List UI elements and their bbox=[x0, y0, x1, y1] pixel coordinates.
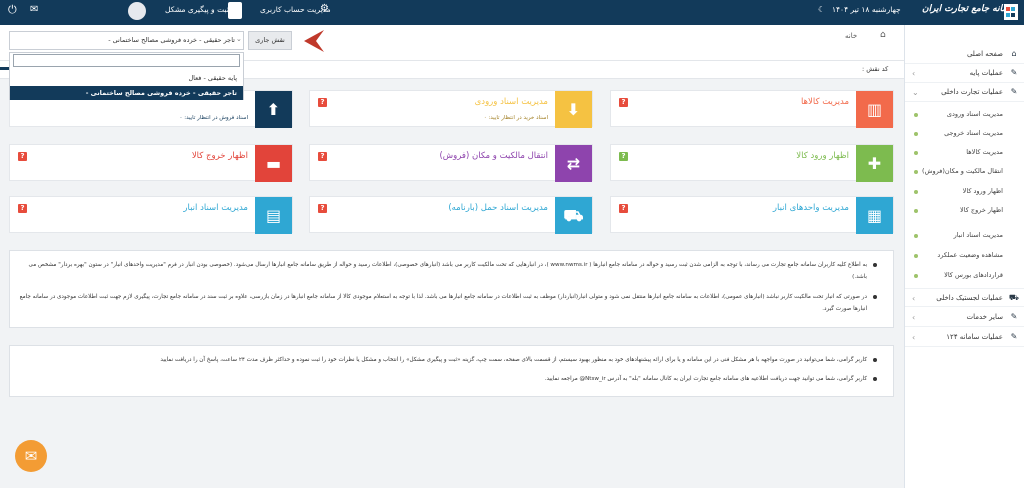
notice-paragraph: کاربر گرامی، شما می‌توانید در صورت مواجه… bbox=[17, 354, 877, 366]
sidebar-item-other-services[interactable]: ✎ سایر خدمات › bbox=[905, 308, 1024, 327]
brand-logo-icon bbox=[1004, 4, 1018, 20]
help-icon[interactable]: ? bbox=[318, 98, 327, 107]
chevron-icon: › bbox=[912, 69, 916, 78]
sidebar-subitem[interactable]: مدیریت اسناد خروجی bbox=[905, 124, 1024, 143]
mail-icon[interactable]: ✉ bbox=[30, 4, 38, 15]
notice-box-warehouse: به اطلاع کلیه کاربران سامانه جامع تجارت … bbox=[9, 250, 894, 328]
card-goods[interactable]: ▥ مدیریت کالاها ? bbox=[610, 90, 894, 128]
sidebar-subitem[interactable]: قراردادهای بورس کالا bbox=[905, 266, 1024, 285]
sidebar: ⌂ صفحه اصلی ✎ عملیات پایه › ✎ عملیات تجارت د… bbox=[904, 25, 1024, 488]
truck-icon: ⛟ bbox=[1008, 293, 1019, 302]
chevron-down-icon: ⌄ bbox=[912, 88, 919, 97]
sidebar-subitem[interactable]: مدیریت اسناد ورودی bbox=[905, 105, 1024, 124]
card-title: مدیریت اسناد انبار bbox=[183, 203, 248, 213]
role-selected: تاجر حقیقی - خرده فروشی مصالح ساختمانی - bbox=[108, 36, 235, 44]
card-export-declare[interactable]: ▬ اظهار خروج کالا ? bbox=[9, 144, 293, 182]
book-icon: ▤ bbox=[255, 197, 292, 234]
help-icon[interactable]: ? bbox=[619, 152, 628, 161]
chevron-icon: › bbox=[912, 294, 916, 303]
card-title: مدیریت اسناد ورودی bbox=[474, 97, 548, 107]
sidebar-subitem[interactable]: اظهار خروج کالا bbox=[905, 201, 1024, 220]
clipboard-icon[interactable] bbox=[228, 2, 242, 19]
plus-icon: ✚ bbox=[856, 145, 893, 182]
sidebar-subitem[interactable]: اظهار ورود کالا bbox=[905, 182, 1024, 201]
card-title: مدیریت اسناد حمل (بارنامه) bbox=[448, 203, 548, 213]
role-code-label: کد نقش : bbox=[862, 65, 889, 73]
card-title: اظهار خروج کالا bbox=[191, 151, 248, 161]
sidebar-item-system-124[interactable]: ✎ عملیات سامانه ۱۲۴ › bbox=[905, 328, 1024, 347]
chevron-icon: › bbox=[912, 313, 916, 322]
card-sub: اسناد فروش در انتظار تایید: ۰ bbox=[179, 115, 248, 121]
top-bar: ⏻ ✉ ثبت و پیگیری مشکل مدیریت حساب کاربری… bbox=[0, 0, 1024, 25]
notice-paragraph: در صورتی که انبار تحت مالکیت کاربر نباشد… bbox=[17, 291, 877, 315]
role-dropdown: پایه حقیقی - فعال تاجر حقیقی - خرده فروش… bbox=[9, 52, 244, 100]
download-icon: ⬇ bbox=[555, 91, 592, 128]
card-title: مدیریت واحدهای انبار bbox=[772, 203, 849, 213]
upload-icon: ⬆ bbox=[255, 91, 292, 128]
edit-icon: ✎ bbox=[1010, 87, 1018, 96]
envelope-icon[interactable]: ✉ bbox=[15, 440, 47, 472]
power-icon[interactable]: ⏻ bbox=[8, 3, 17, 17]
sidebar-subitem[interactable]: انتقال مالکیت و مکان(فروش) bbox=[905, 162, 1024, 181]
help-icon[interactable]: ? bbox=[619, 98, 628, 107]
notice-box-support: کاربر گرامی، شما می‌توانید در صورت مواجه… bbox=[9, 345, 894, 397]
card-sub: اسناد خرید در انتظار تایید: ۰ bbox=[483, 115, 548, 121]
role-label: نقش جاری bbox=[248, 31, 292, 50]
card-import-declare[interactable]: ✚ اظهار ورود کالا ? bbox=[610, 144, 894, 182]
home-icon[interactable]: ⌂ bbox=[880, 30, 886, 40]
date-text: چهارشنبه ۱۸ تیر ۱۴۰۴ bbox=[832, 5, 901, 14]
sidebar-subitem[interactable]: مدیریت اسناد انبار bbox=[905, 226, 1024, 245]
sidebar-subitem[interactable]: مشاهده وضعیت عملکرد bbox=[905, 246, 1024, 265]
truck-icon: ⛟ bbox=[555, 197, 592, 234]
breadcrumb-home[interactable]: خانه bbox=[845, 32, 857, 40]
avatar[interactable] bbox=[128, 2, 146, 20]
dropdown-option-selected[interactable]: تاجر حقیقی - خرده فروشی مصالح ساختمانی - bbox=[10, 86, 243, 100]
notice-paragraph: کاربر گرامی، شما می توانید جهت دریافت اط… bbox=[17, 373, 877, 385]
arrow-pointer-icon bbox=[304, 30, 324, 52]
card-warehouse-units[interactable]: ▦ مدیریت واحدهای انبار ? bbox=[610, 196, 894, 234]
card-title: اظهار ورود کالا bbox=[796, 151, 849, 161]
card-warehouse-docs[interactable]: ▤ مدیریت اسناد انبار ? bbox=[9, 196, 293, 234]
edit-icon: ✎ bbox=[1010, 68, 1018, 77]
boxes-icon: ▦ bbox=[856, 197, 893, 234]
breadcrumb: خانه bbox=[845, 32, 857, 40]
role-select[interactable]: تاجر حقیقی - خرده فروشی مصالح ساختمانی -… bbox=[9, 31, 244, 50]
sidebar-item-home[interactable]: ⌂ صفحه اصلی bbox=[905, 45, 1024, 64]
dropdown-option[interactable]: پایه حقیقی - فعال bbox=[10, 71, 243, 85]
sidebar-subitem[interactable]: مدیریت کالاها bbox=[905, 143, 1024, 162]
card-title: انتقال مالکیت و مکان (فروش) bbox=[439, 151, 548, 161]
sidebar-item-logistics[interactable]: ⛟ عملیات لجستیک داخلی › bbox=[905, 288, 1024, 307]
sidebar-item-domestic-trade[interactable]: ✎ عملیات تجارت داخلی ⌄ bbox=[905, 83, 1024, 102]
help-icon[interactable]: ? bbox=[318, 152, 327, 161]
help-icon[interactable]: ? bbox=[318, 204, 327, 213]
sidebar-item-base-ops[interactable]: ✎ عملیات پایه › bbox=[905, 64, 1024, 83]
dropdown-search-input[interactable] bbox=[13, 54, 240, 67]
chevron-icon: › bbox=[912, 333, 916, 342]
card-transfer[interactable]: ⇄ انتقال مالکیت و مکان (فروش) ? bbox=[309, 144, 593, 182]
chart-icon: ▥ bbox=[856, 91, 893, 128]
home-icon: ⌂ bbox=[1011, 49, 1017, 58]
notice-paragraph: به اطلاع کلیه کاربران سامانه جامع تجارت … bbox=[17, 259, 877, 283]
support-link[interactable]: ثبت و پیگیری مشکل bbox=[165, 5, 229, 14]
card-incoming-docs[interactable]: ⬇ مدیریت اسناد ورودی اسناد خرید در انتظا… bbox=[309, 90, 593, 128]
card-title: مدیریت کالاها bbox=[800, 97, 849, 107]
card-transport-docs[interactable]: ⛟ مدیریت اسناد حمل (بارنامه) ? bbox=[309, 196, 593, 234]
moon-icon: ☾ bbox=[818, 5, 826, 14]
help-icon[interactable]: ? bbox=[18, 204, 27, 213]
transfer-icon: ⇄ bbox=[555, 145, 592, 182]
edit-icon: ✎ bbox=[1010, 332, 1018, 341]
help-icon[interactable]: ? bbox=[619, 204, 628, 213]
help-icon[interactable]: ? bbox=[18, 152, 27, 161]
gears-icon[interactable]: ⚙ bbox=[320, 3, 329, 14]
edit-icon: ✎ bbox=[1010, 312, 1018, 321]
minus-icon: ▬ bbox=[255, 145, 292, 182]
chevron-down-icon: ⌄ bbox=[236, 35, 242, 43]
